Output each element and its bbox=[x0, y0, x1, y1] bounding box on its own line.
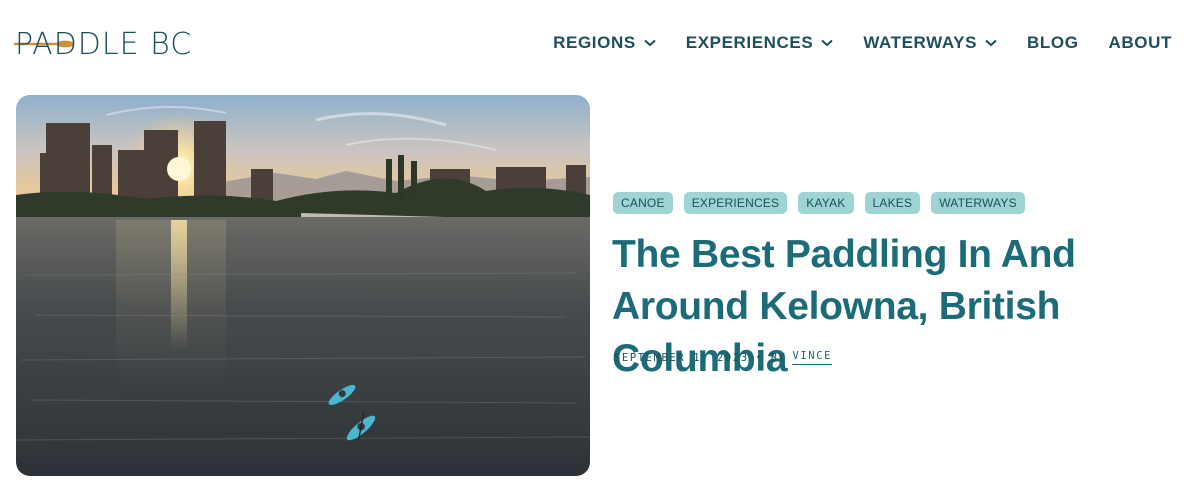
meta-separator-icon: • bbox=[755, 351, 764, 364]
publish-date: SEPTEMBER 1, 2023 bbox=[614, 351, 749, 364]
nav-item-label: WATERWAYS bbox=[863, 33, 978, 52]
kelowna-sunset-kayakers-photo bbox=[16, 95, 590, 476]
article-meta: SEPTEMBER 1, 2023 • BY VINCE bbox=[614, 350, 833, 365]
site-logo[interactable]: PADDLE BC bbox=[14, 26, 193, 62]
chevron-down-icon bbox=[985, 39, 997, 47]
nav-item-blog[interactable]: BLOG bbox=[1027, 33, 1079, 53]
nav-item-label: BLOG bbox=[1027, 33, 1079, 52]
tag-experiences[interactable]: EXPERIENCES bbox=[683, 192, 788, 214]
nav-item-experiences[interactable]: EXPERIENCES bbox=[686, 33, 834, 53]
tag-canoe[interactable]: CANOE bbox=[613, 192, 673, 214]
nav-item-label: REGIONS bbox=[553, 33, 636, 52]
author-link[interactable]: VINCE bbox=[792, 350, 833, 365]
nav-item-waterways[interactable]: WATERWAYS bbox=[863, 33, 997, 53]
hero-image[interactable] bbox=[16, 95, 590, 476]
nav-item-about[interactable]: ABOUT bbox=[1109, 33, 1172, 53]
chevron-down-icon bbox=[821, 39, 833, 47]
tag-kayak[interactable]: KAYAK bbox=[798, 192, 854, 214]
main-nav: REGIONS EXPERIENCES WATERWAYS BLOG ABOUT bbox=[553, 33, 1172, 53]
tag-lakes[interactable]: LAKES bbox=[864, 192, 921, 214]
nav-item-label: ABOUT bbox=[1108, 33, 1172, 52]
chevron-down-icon bbox=[644, 39, 656, 47]
tag-list: CANOE EXPERIENCES KAYAK LAKES WATERWAYS bbox=[613, 192, 1036, 214]
by-label: BY bbox=[770, 351, 787, 364]
logo-text: PADDLE BC bbox=[15, 26, 193, 62]
nav-item-regions[interactable]: REGIONS bbox=[553, 33, 656, 53]
nav-item-label: EXPERIENCES bbox=[685, 33, 814, 52]
tag-waterways[interactable]: WATERWAYS bbox=[931, 192, 1025, 214]
